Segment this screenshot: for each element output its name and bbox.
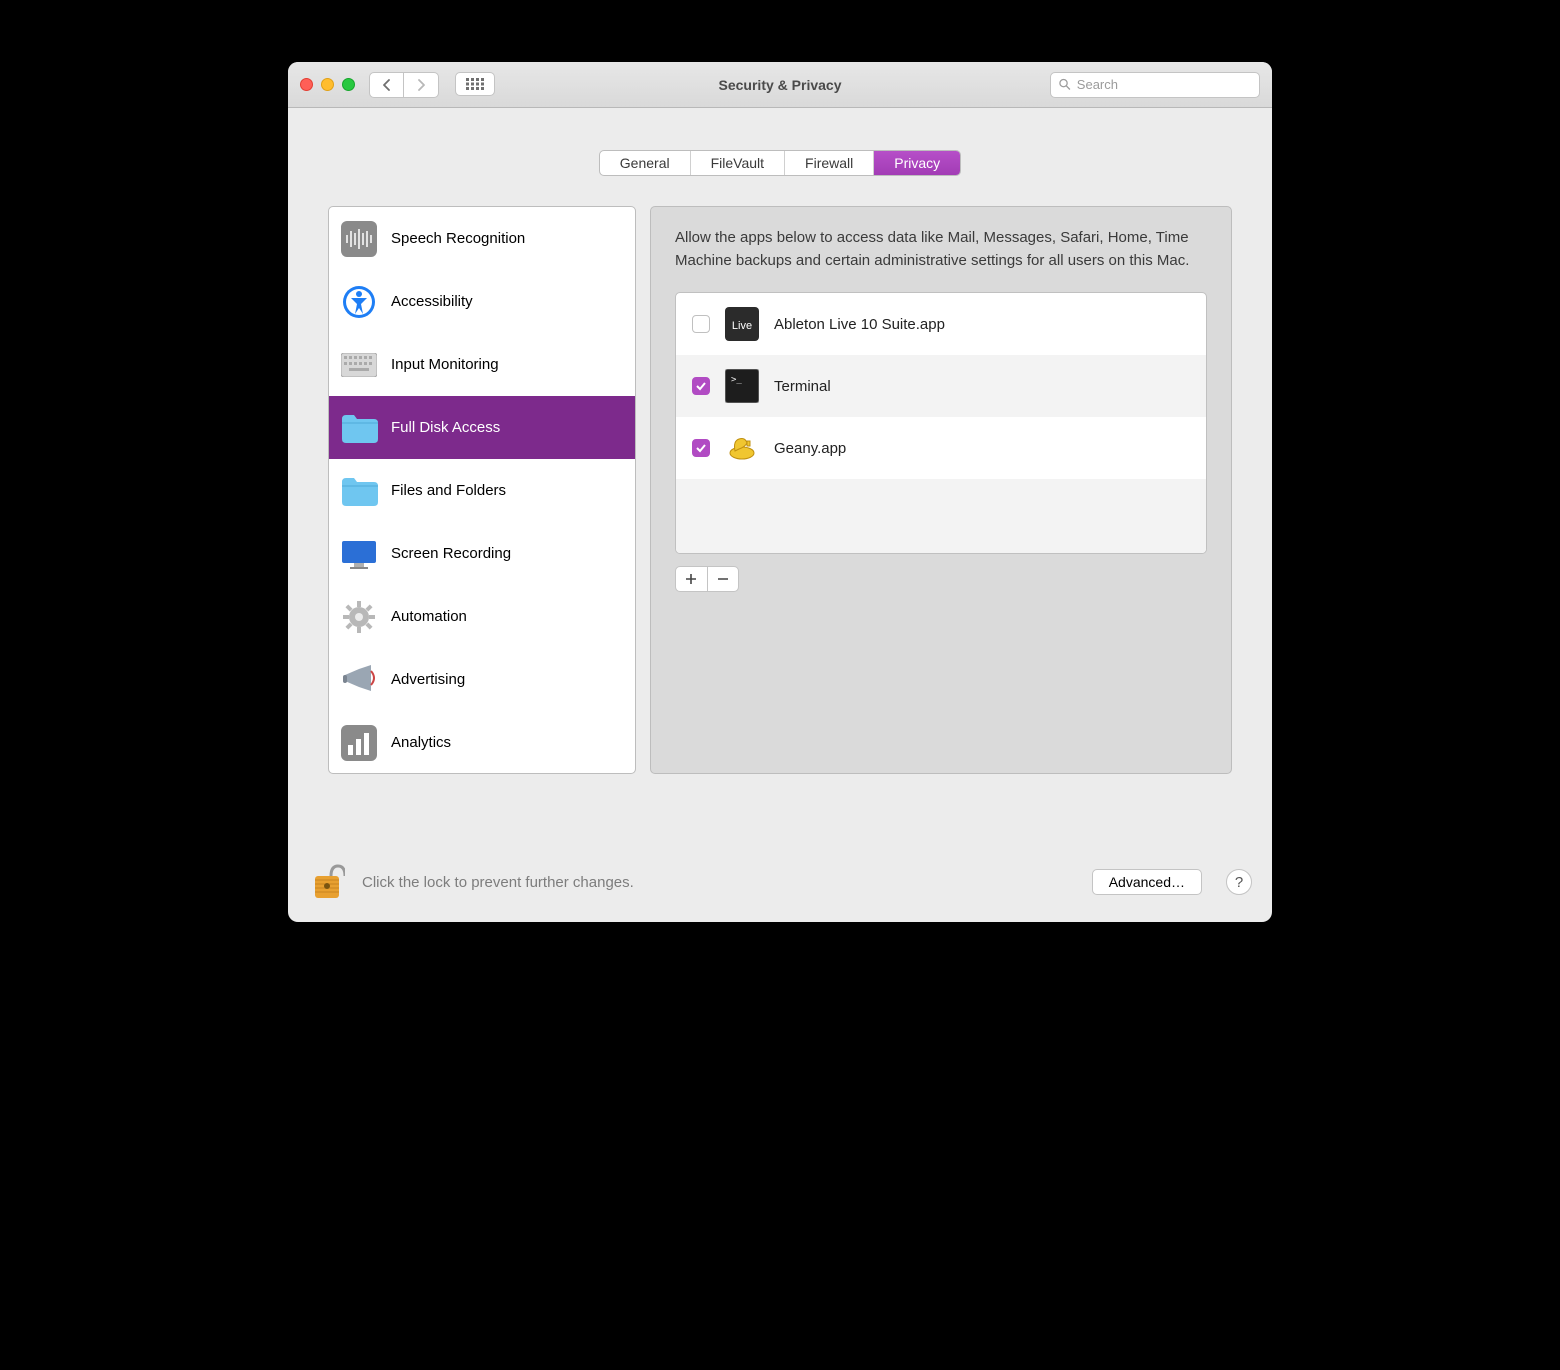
folder-icon <box>339 471 379 511</box>
tabs-row: General FileVault Firewall Privacy <box>288 108 1272 176</box>
nav-back-forward <box>369 72 439 98</box>
app-checkbox[interactable] <box>692 315 710 333</box>
lock-hint-text: Click the lock to prevent further change… <box>362 874 1078 891</box>
keyboard-icon <box>339 345 379 385</box>
remove-button[interactable] <box>708 567 739 591</box>
sidebar-item-label: Input Monitoring <box>391 356 499 373</box>
sidebar-item-label: Automation <box>391 608 467 625</box>
sidebar-item-automation[interactable]: Automation <box>329 585 635 648</box>
grid-icon <box>466 78 484 90</box>
detail-pane: Allow the apps below to access data like… <box>650 206 1232 774</box>
tab-firewall[interactable]: Firewall <box>785 151 874 175</box>
minus-icon <box>717 573 729 585</box>
sidebar-item-advertising[interactable]: Advertising <box>329 648 635 711</box>
advanced-button[interactable]: Advanced… <box>1092 869 1202 895</box>
sidebar-item-label: Accessibility <box>391 293 473 310</box>
plus-icon <box>685 573 697 585</box>
app-name-label: Terminal <box>774 378 831 395</box>
description-text: Allow the apps below to access data like… <box>675 227 1207 272</box>
megaphone-icon <box>339 660 379 700</box>
unlocked-lock-icon <box>311 862 345 902</box>
app-row[interactable]: Geany.app <box>676 417 1206 479</box>
app-row-empty <box>676 479 1206 554</box>
footer: Click the lock to prevent further change… <box>288 850 1272 922</box>
zoom-window-button[interactable] <box>342 78 355 91</box>
app-name-label: Ableton Live 10 Suite.app <box>774 316 945 333</box>
sidebar-item-label: Analytics <box>391 734 451 751</box>
chart-icon <box>339 723 379 763</box>
privacy-category-list[interactable]: Speech Recognition Accessibility Input M… <box>328 206 636 774</box>
nav-group <box>369 72 495 98</box>
app-row[interactable]: Live Ableton Live 10 Suite.app <box>676 293 1206 355</box>
tab-segment: General FileVault Firewall Privacy <box>599 150 961 176</box>
sidebar-item-label: Files and Folders <box>391 482 506 499</box>
gear-icon <box>339 597 379 637</box>
sidebar-item-full-disk-access[interactable]: Full Disk Access <box>329 396 635 459</box>
sidebar-item-files-and-folders[interactable]: Files and Folders <box>329 459 635 522</box>
search-icon <box>1059 78 1071 91</box>
sidebar-item-label: Full Disk Access <box>391 419 500 436</box>
chevron-left-icon <box>382 79 391 91</box>
tab-filevault[interactable]: FileVault <box>691 151 785 175</box>
svg-text:>_: >_ <box>731 375 742 385</box>
sidebar-item-label: Speech Recognition <box>391 230 525 247</box>
svg-text:Live: Live <box>732 320 752 332</box>
app-row[interactable]: >_ Terminal <box>676 355 1206 417</box>
display-icon <box>339 534 379 574</box>
forward-button[interactable] <box>404 73 438 97</box>
tab-privacy[interactable]: Privacy <box>874 151 960 175</box>
close-window-button[interactable] <box>300 78 313 91</box>
app-name-label: Geany.app <box>774 440 846 457</box>
titlebar: Security & Privacy <box>288 62 1272 108</box>
geany-icon <box>724 430 760 466</box>
accessibility-icon <box>339 282 379 322</box>
tab-general[interactable]: General <box>600 151 691 175</box>
folder-icon <box>339 408 379 448</box>
add-button[interactable] <box>676 567 708 591</box>
chevron-right-icon <box>417 79 426 91</box>
app-list[interactable]: Live Ableton Live 10 Suite.app >_ Termin… <box>675 292 1207 554</box>
sidebar-item-speech-recognition[interactable]: Speech Recognition <box>329 207 635 270</box>
pane-area: Speech Recognition Accessibility Input M… <box>328 206 1232 774</box>
app-checkbox[interactable] <box>692 377 710 395</box>
app-checkbox[interactable] <box>692 439 710 457</box>
sidebar-item-label: Advertising <box>391 671 465 688</box>
sidebar-item-analytics[interactable]: Analytics <box>329 711 635 774</box>
search-field[interactable] <box>1050 72 1260 98</box>
add-remove-control <box>675 566 739 592</box>
window-controls <box>300 78 355 91</box>
minimize-window-button[interactable] <box>321 78 334 91</box>
sidebar-item-input-monitoring[interactable]: Input Monitoring <box>329 333 635 396</box>
ableton-icon: Live <box>724 306 760 342</box>
content-area: Speech Recognition Accessibility Input M… <box>288 176 1272 850</box>
search-input[interactable] <box>1077 77 1251 92</box>
sidebar-item-accessibility[interactable]: Accessibility <box>329 270 635 333</box>
terminal-icon: >_ <box>724 368 760 404</box>
sidebar-item-screen-recording[interactable]: Screen Recording <box>329 522 635 585</box>
sidebar-item-label: Screen Recording <box>391 545 511 562</box>
check-icon <box>695 442 707 454</box>
show-all-button[interactable] <box>455 72 495 96</box>
help-button[interactable]: ? <box>1226 869 1252 895</box>
waveform-icon <box>339 219 379 259</box>
check-icon <box>695 380 707 392</box>
preferences-window: Security & Privacy General FileVault Fir… <box>288 62 1272 922</box>
lock-button[interactable] <box>308 862 348 902</box>
back-button[interactable] <box>370 73 404 97</box>
